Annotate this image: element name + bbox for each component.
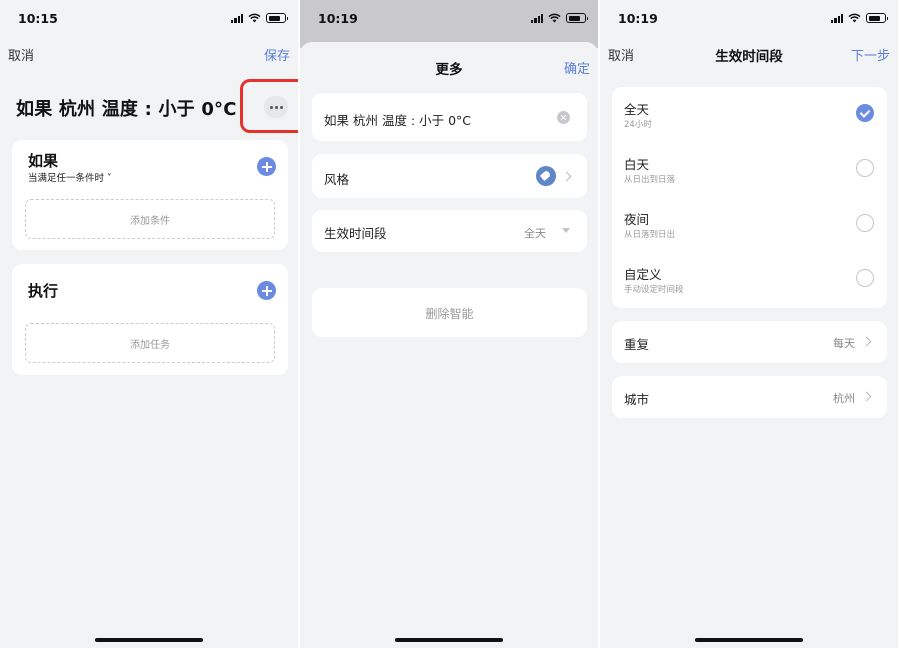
- style-label: 风格: [324, 172, 350, 187]
- home-indicator: [95, 638, 203, 642]
- battery-icon: [266, 13, 288, 23]
- status-icons: [231, 12, 288, 24]
- page-title: 如果 杭州 温度 : 小于 0°C: [16, 99, 237, 120]
- do-card-title: 执行: [28, 282, 59, 300]
- chevron-right-icon: [861, 391, 872, 402]
- city-value: 杭州: [833, 392, 855, 405]
- if-card-title: 如果: [28, 152, 59, 170]
- signal-icon: [831, 13, 843, 23]
- automation-edit-screen: 10:15 取消 保存 如果 杭州 温度 : 小于 0°C 如果 当满足任一条件…: [0, 0, 298, 648]
- save-button[interactable]: 保存: [264, 45, 290, 64]
- option-subtitle: 手动设定时间段: [624, 285, 684, 295]
- add-condition-button[interactable]: 添加条件: [25, 199, 275, 239]
- period-options-card: 全天 24小时 白天 从日出到日落 夜间 从日落到日出 自定义 手动设定时间段: [612, 87, 887, 308]
- status-time: 10:19: [318, 11, 358, 26]
- option-subtitle: 24小时: [624, 120, 652, 130]
- signal-icon: [231, 13, 243, 23]
- delete-automation-button[interactable]: 删除智能: [312, 288, 587, 337]
- cancel-button[interactable]: 取消: [8, 45, 34, 64]
- status-icons: [831, 12, 888, 24]
- effective-period-screen: 10:19 取消 生效时间段 下一步 全天 24小时 白天 从日出到日落 夜间 …: [600, 0, 898, 648]
- option-title: 全天: [624, 102, 650, 117]
- confirm-button[interactable]: 确定: [564, 58, 590, 77]
- radio-icon[interactable]: [856, 159, 874, 177]
- option-daytime[interactable]: 白天 从日出到日落: [612, 142, 887, 197]
- signal-icon: [531, 13, 543, 23]
- clear-icon[interactable]: [557, 111, 570, 124]
- status-bar: 10:15: [0, 0, 298, 38]
- style-row[interactable]: 风格: [312, 154, 587, 198]
- next-step-button[interactable]: 下一步: [851, 45, 890, 64]
- option-title: 白天: [624, 157, 650, 172]
- radio-icon[interactable]: [856, 214, 874, 232]
- wifi-icon: [248, 13, 261, 23]
- caret-down-icon: [562, 228, 570, 233]
- status-time: 10:15: [18, 11, 58, 26]
- add-condition-icon[interactable]: [257, 157, 276, 176]
- radio-icon[interactable]: [856, 269, 874, 287]
- wifi-icon: [848, 13, 861, 23]
- tag-icon: [536, 166, 556, 186]
- effective-period-value: 全天: [524, 227, 546, 240]
- battery-icon: [566, 13, 588, 23]
- battery-icon: [866, 13, 888, 23]
- status-time: 10:19: [618, 11, 658, 26]
- option-subtitle: 从日出到日落: [624, 175, 676, 185]
- effective-period-row[interactable]: 生效时间段 全天: [312, 210, 587, 252]
- option-title: 夜间: [624, 212, 650, 227]
- repeat-value: 每天: [833, 337, 855, 350]
- city-row[interactable]: 城市 杭州: [612, 376, 887, 418]
- wifi-icon: [548, 13, 561, 23]
- sheet-title: 更多: [435, 62, 463, 78]
- highlight-annotation: [240, 79, 298, 133]
- name-field-row[interactable]: 如果 杭州 温度 : 小于 0°C: [312, 93, 587, 141]
- name-input[interactable]: 如果 杭州 温度 : 小于 0°C: [324, 110, 471, 129]
- status-bar: 10:19: [300, 0, 598, 38]
- do-task-card: 执行 添加任务: [12, 264, 288, 375]
- chevron-right-icon: [861, 336, 872, 347]
- more-sheet: 更多 确定 如果 杭州 温度 : 小于 0°C 风格 生效时间段 全天 删除智能: [300, 42, 598, 648]
- status-icons: [531, 12, 588, 24]
- status-bar: 10:19: [600, 0, 898, 38]
- option-night[interactable]: 夜间 从日落到日出: [612, 197, 887, 252]
- delete-label: 删除智能: [425, 307, 474, 321]
- repeat-row[interactable]: 重复 每天: [612, 321, 887, 363]
- effective-period-label: 生效时间段: [324, 226, 387, 241]
- city-label: 城市: [624, 392, 650, 407]
- option-subtitle: 从日落到日出: [624, 230, 676, 240]
- chevron-right-icon: [561, 171, 572, 182]
- home-indicator: [695, 638, 803, 642]
- condition-mode-dropdown[interactable]: 当满足任一条件时 ˅: [28, 170, 112, 184]
- home-indicator: [395, 638, 503, 642]
- option-title: 自定义: [624, 267, 662, 282]
- option-all-day[interactable]: 全天 24小时: [612, 87, 887, 142]
- if-condition-card: 如果 当满足任一条件时 ˅ 添加条件: [12, 140, 288, 250]
- add-task-icon[interactable]: [257, 281, 276, 300]
- option-custom[interactable]: 自定义 手动设定时间段: [612, 252, 887, 307]
- checked-radio-icon[interactable]: [856, 104, 874, 122]
- repeat-label: 重复: [624, 337, 650, 352]
- more-sheet-screen: 10:19 更多 确定 如果 杭州 温度 : 小于 0°C 风格 生效时间段 全…: [300, 0, 598, 648]
- add-task-button[interactable]: 添加任务: [25, 323, 275, 363]
